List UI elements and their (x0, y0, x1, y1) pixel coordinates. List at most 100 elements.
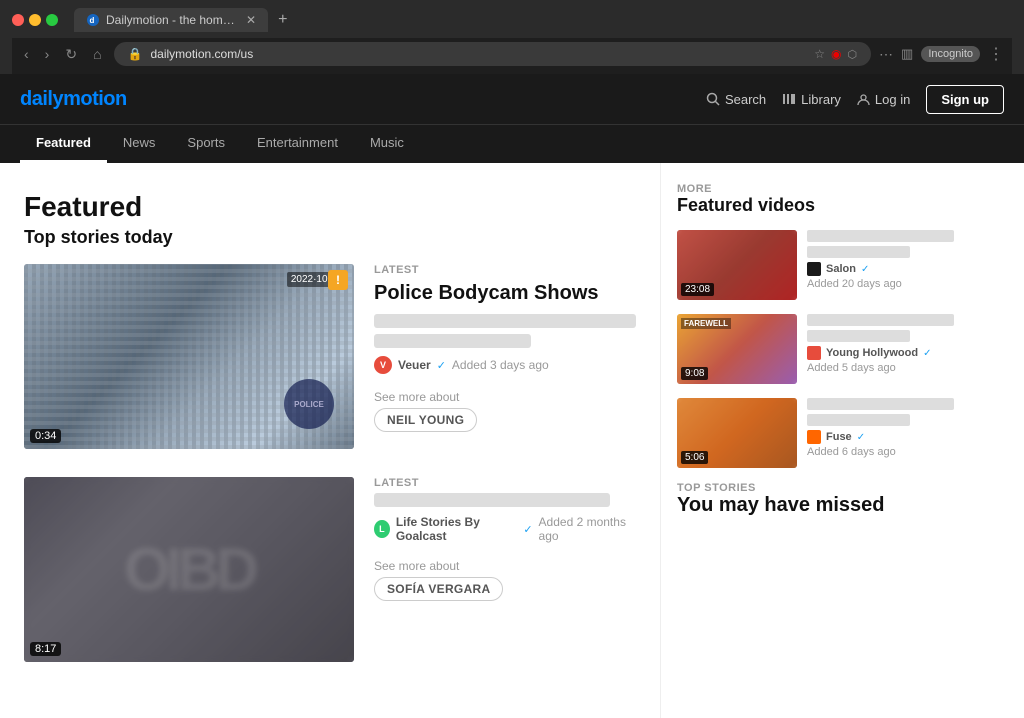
story-title-1[interactable]: Police Bodycam Shows (374, 280, 636, 306)
sidebar-title-blur-1b (807, 246, 910, 258)
video-thumb-2[interactable]: OIBD 8:17 (24, 477, 354, 662)
story-meta-1: LATEST Police Bodycam Shows V Veuer ✓ Ad… (374, 264, 636, 432)
sidebar-title-blur-1a (807, 230, 954, 242)
sidebar-verified-3: ✓ (857, 432, 865, 443)
sidebar-channel-name-1[interactable]: Salon (826, 263, 856, 275)
sidebar-more-label: MORE (677, 183, 954, 195)
story-card-2: OIBD 8:17 LATEST L Life Stories By Goalc… (24, 477, 636, 662)
story-desc-blur-1b (374, 334, 531, 348)
minimize-button[interactable] (29, 14, 41, 26)
tab-close[interactable]: ✕ (246, 13, 256, 27)
maximize-button[interactable] (46, 14, 58, 26)
thumb-image-1: POLICE 2022·10·21 (24, 264, 354, 449)
browser-chrome: d Dailymotion - the home for vid... ✕ + … (0, 0, 1024, 74)
tab-favicon: d (86, 13, 100, 27)
sidebar-thumb-1[interactable]: 23:08 (677, 230, 797, 300)
site-nav: Featured News Sports Entertainment Music (0, 124, 1024, 163)
search-icon (706, 92, 720, 106)
main-content: Featured Top stories today POLICE 2022·1… (0, 163, 1024, 718)
reload-button[interactable]: ↻ (61, 44, 81, 65)
page-title: Featured (24, 191, 636, 223)
more-tools-icon[interactable]: ⋯ (879, 46, 893, 63)
sidebar-added-3: Added 6 days ago (807, 446, 954, 458)
latest-label-2: LATEST (374, 477, 636, 489)
sidebar-video-3: 5:06 Fuse ✓ Added 6 days ago (677, 398, 954, 468)
sidebar-added-2: Added 5 days ago (807, 362, 954, 374)
sidebar-verified-2: ✓ (923, 348, 931, 359)
search-button[interactable]: Search (706, 92, 766, 107)
address-bar[interactable]: 🔒 dailymotion.com/us ☆ ◉ ⬡ (114, 42, 872, 66)
nav-sports[interactable]: Sports (171, 125, 241, 163)
new-tab-button[interactable]: + (278, 11, 287, 29)
browser-right-controls: ⋯ ▥ Incognito ⋮ (879, 44, 1004, 64)
incognito-badge: Incognito (921, 46, 980, 62)
sidebar-channel-name-2[interactable]: Young Hollywood (826, 347, 918, 359)
library-icon (782, 92, 796, 106)
latest-label-1: LATEST (374, 264, 636, 276)
address-bar-icons: ☆ ◉ ⬡ (814, 47, 857, 61)
story-title-blur-2 (374, 493, 610, 507)
library-button[interactable]: Library (782, 92, 841, 107)
sidebar-channel-logo-3 (807, 430, 821, 444)
nav-featured[interactable]: Featured (20, 125, 107, 163)
sidebar-channel-name-3[interactable]: Fuse (826, 431, 852, 443)
channel-name-2[interactable]: Life Stories By Goalcast (396, 515, 517, 543)
nav-music[interactable]: Music (354, 125, 420, 163)
tab-title: Dailymotion - the home for vid... (106, 13, 236, 27)
forward-button[interactable]: › (41, 44, 54, 64)
farewell-label: FAREWELL (681, 318, 731, 329)
sidebar-title-blur-3b (807, 414, 910, 426)
close-button[interactable] (12, 14, 24, 26)
see-more-label-1: See more about (374, 390, 636, 404)
channel-info-1: V Veuer ✓ Added 3 days ago (374, 356, 636, 374)
sidebar-title-blur-2a (807, 314, 954, 326)
channel-info-2: L Life Stories By Goalcast ✓ Added 2 mon… (374, 515, 636, 543)
right-sidebar: MORE Featured videos 23:08 Salon ✓ Added… (660, 163, 970, 718)
sidebar-duration-2: 9:08 (681, 367, 708, 380)
site-header: dailymotion Search Library Log in Sig (0, 74, 1024, 124)
sidebar-video-2: FAREWELL 9:08 Young Hollywood ✓ Added 5 … (677, 314, 954, 384)
bookmark-icon[interactable]: ☆ (814, 47, 825, 61)
added-time-1: Added 3 days ago (452, 358, 549, 372)
blur-overlay-2 (24, 477, 354, 662)
thumb-image-2: OIBD (24, 477, 354, 662)
sidebar-channel-3: Fuse ✓ (807, 430, 954, 444)
library-label: Library (801, 92, 841, 107)
sidebar-thumb-3[interactable]: 5:06 (677, 398, 797, 468)
sidebar-toggle[interactable]: ▥ (901, 46, 913, 62)
verified-icon-2: ✓ (523, 523, 532, 536)
sidebar-video-info-1: Salon ✓ Added 20 days ago (807, 230, 954, 290)
search-label: Search (725, 92, 766, 107)
verified-icon-1: ✓ (437, 359, 446, 372)
channel-logo-1: V (374, 356, 392, 374)
login-button[interactable]: Log in (857, 92, 910, 107)
video-thumb-1[interactable]: POLICE 2022·10·21 0:34 ! (24, 264, 354, 449)
window-controls (12, 14, 58, 26)
login-label: Log in (875, 92, 910, 107)
channel-name-1[interactable]: Veuer (398, 358, 431, 372)
sidebar-bottom: TOP STORIES You may have missed (677, 482, 954, 517)
channel-logo-2: L (374, 520, 390, 538)
extensions-icon[interactable]: ⬡ (847, 48, 857, 61)
back-button[interactable]: ‹ (20, 44, 33, 64)
sidebar-thumb-2[interactable]: FAREWELL 9:08 (677, 314, 797, 384)
menu-button[interactable]: ⋮ (988, 44, 1004, 64)
sidebar-channel-1: Salon ✓ (807, 262, 954, 276)
sidebar-channel-2: Young Hollywood ✓ (807, 346, 954, 360)
home-button[interactable]: ⌂ (89, 44, 105, 64)
see-more-label-2: See more about (374, 559, 636, 573)
browser-tab[interactable]: d Dailymotion - the home for vid... ✕ (74, 8, 268, 32)
site-logo[interactable]: dailymotion (20, 88, 127, 111)
topic-tag-2[interactable]: SOFÍA VERGARA (374, 577, 503, 601)
you-may-title: You may have missed (677, 494, 954, 517)
story-card-1: POLICE 2022·10·21 0:34 ! LATEST Police B… (24, 264, 636, 449)
user-icon (857, 93, 870, 106)
topic-tag-1[interactable]: NEIL YOUNG (374, 408, 477, 432)
signup-button[interactable]: Sign up (926, 85, 1004, 114)
nav-entertainment[interactable]: Entertainment (241, 125, 354, 163)
video-duration-1: 0:34 (30, 429, 61, 443)
sidebar-verified-1: ✓ (861, 264, 869, 275)
nav-news[interactable]: News (107, 125, 172, 163)
sidebar-added-1: Added 20 days ago (807, 278, 954, 290)
added-time-2: Added 2 months ago (539, 515, 636, 543)
